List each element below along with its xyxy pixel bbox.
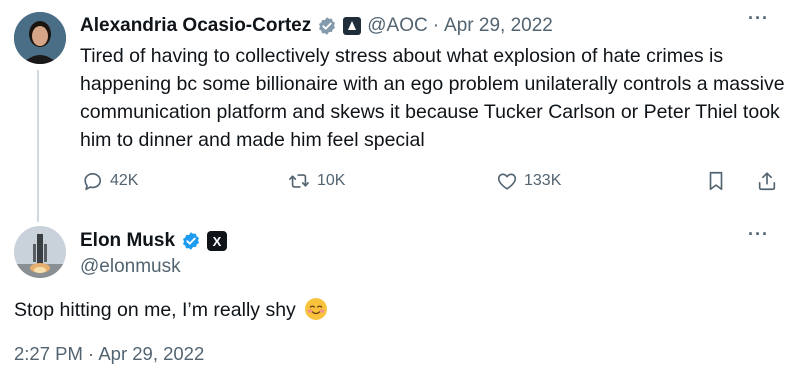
author-handle[interactable]: @AOC — [367, 15, 427, 37]
like-button[interactable]: 133K — [496, 170, 561, 192]
reply-icon — [84, 173, 102, 191]
separator-dot: · — [432, 15, 440, 36]
more-options-icon[interactable]: ··· — [748, 224, 769, 245]
x-affiliation-icon: X — [207, 231, 228, 251]
tweet-date[interactable]: Apr 29, 2022 — [444, 15, 553, 37]
retweet-count: 10K — [317, 172, 346, 189]
verified-badge-icon — [317, 16, 337, 36]
reply-count: 42K — [110, 172, 139, 189]
heart-icon — [497, 173, 517, 190]
avatar[interactable] — [14, 12, 66, 64]
tweet-timestamp[interactable]: 2:27 PM · Apr 29, 2022 — [14, 343, 204, 365]
bookmark-button[interactable] — [706, 170, 732, 192]
retweet-icon — [289, 174, 309, 188]
author-name[interactable]: Alexandria Ocasio-Cortez — [80, 15, 311, 37]
retweet-button[interactable]: 10K — [287, 170, 345, 192]
main-tweet-text-container: Stop hitting on me, I’m really shy — [14, 298, 328, 322]
tweet-actions: 42K 10K 133K — [0, 170, 800, 196]
reply-button[interactable]: 42K — [82, 170, 138, 192]
like-count: 133K — [524, 172, 562, 189]
tweet-text: Stop hitting on me, I’m really shy — [14, 299, 296, 321]
verified-badge-icon — [181, 231, 201, 251]
tweet-text: Tired of having to collectively stress a… — [80, 45, 785, 151]
government-affiliation-icon — [343, 17, 362, 35]
tweet-header: Alexandria Ocasio-Cortez @AOC · Apr 29, … — [80, 13, 553, 39]
author-name[interactable]: Elon Musk — [80, 230, 175, 252]
smiling-face-emoji-icon — [305, 298, 328, 320]
share-icon — [758, 172, 776, 191]
more-options-icon[interactable]: ··· — [748, 8, 769, 29]
author-handle[interactable]: @elonmusk — [80, 256, 181, 278]
bookmark-icon — [709, 171, 723, 191]
avatar[interactable] — [14, 226, 66, 278]
share-button[interactable] — [756, 170, 784, 192]
reply-tweet: Alexandria Ocasio-Cortez @AOC · Apr 29, … — [0, 0, 800, 225]
main-tweet-header: Elon Musk X — [80, 229, 228, 253]
